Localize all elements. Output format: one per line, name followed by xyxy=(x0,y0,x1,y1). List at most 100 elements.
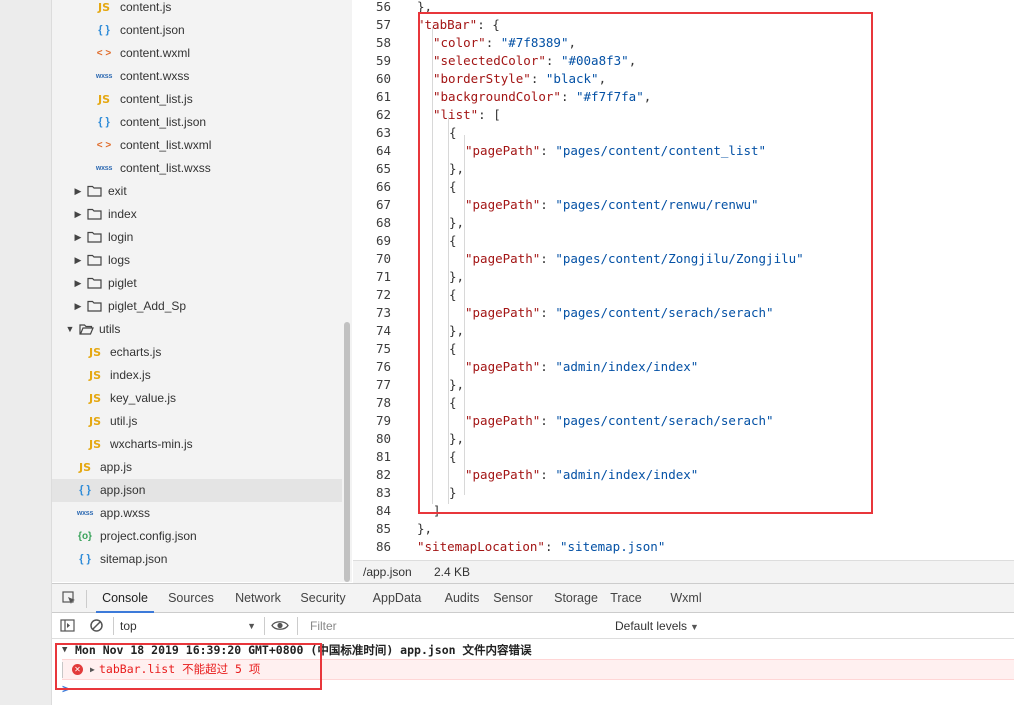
json-string: "sitemap.json" xyxy=(560,539,666,554)
json-key: "pagePath" xyxy=(465,359,541,374)
console-error-message[interactable]: ✕ ▶ tabBar.list 不能超过 5 项 xyxy=(62,659,1014,680)
chevron-right-icon[interactable]: ▶ xyxy=(73,295,83,318)
tree-item-label: content.json xyxy=(120,23,185,37)
tab-security[interactable]: Security xyxy=(297,584,349,613)
chevron-right-icon[interactable]: ▶ xyxy=(73,180,83,203)
tree-file[interactable]: wxss content_list.wxss xyxy=(52,157,351,180)
eye-icon[interactable] xyxy=(271,619,289,632)
code-line: 62 "list": [ xyxy=(353,106,1014,124)
json-punctuation: : { xyxy=(477,17,500,32)
js-file-icon: JS xyxy=(88,415,101,428)
line-number: 85 xyxy=(375,521,391,536)
file-tree: JS content.js { } content.json < > content.wx… xyxy=(52,0,352,582)
code-editor[interactable]: 56}, 57 "tabBar": {58 "color": "#7f8389", 59… xyxy=(353,0,1014,560)
log-levels-dropdown[interactable]: Default levels ▼ xyxy=(615,617,699,636)
tree-folder-logs[interactable]: ▶ logs xyxy=(52,249,351,272)
chevron-right-icon[interactable]: ▶ xyxy=(73,203,83,226)
tree-file[interactable]: JS key_value.js xyxy=(52,387,351,410)
tree-file[interactable]: { } content.json xyxy=(52,19,351,42)
context-select[interactable]: top ▼ xyxy=(120,617,256,635)
tree-item-label: exit xyxy=(108,184,127,198)
console-toolbar: top ▼ Default levels▼ xyxy=(52,613,1014,639)
code-text: { xyxy=(449,286,457,304)
tab-storage[interactable]: Storage xyxy=(548,584,604,613)
code-text: }, xyxy=(449,376,464,394)
editor-status-bar: /app.json 2.4 KB xyxy=(353,560,1014,583)
code-line: 77}, xyxy=(353,376,1014,394)
chevron-down-icon[interactable]: ▼ xyxy=(65,318,75,341)
tree-folder-piglet_Add_Sp[interactable]: ▶ piglet_Add_Sp xyxy=(52,295,351,318)
js-file-icon: JS xyxy=(88,392,101,405)
line-number: 77 xyxy=(375,377,391,392)
tree-item-label: key_value.js xyxy=(110,391,177,405)
json-punctuation: , xyxy=(643,89,652,104)
json-punctuation: }, xyxy=(449,161,465,176)
wxml-file-icon: < > xyxy=(96,48,112,59)
console-prompt[interactable]: > xyxy=(62,682,69,696)
tree-file[interactable]: JS index.js xyxy=(52,364,351,387)
tab-sources[interactable]: Sources xyxy=(163,584,219,613)
wxss-file-icon: wxss xyxy=(76,510,94,517)
tree-folder-exit[interactable]: ▶ exit xyxy=(52,180,351,203)
console-group-header[interactable]: ▼ Mon Nov 18 2019 16:39:20 GMT+0800 (中国标… xyxy=(52,641,1014,659)
json-punctuation: { xyxy=(449,449,457,464)
tab-network[interactable]: Network xyxy=(230,584,286,613)
tree-item-label: sitemap.json xyxy=(100,552,168,566)
line-number: 65 xyxy=(375,161,391,176)
tree-file[interactable]: JS app.js xyxy=(52,456,351,479)
json-punctuation: : xyxy=(545,53,561,68)
line-number: 80 xyxy=(375,431,391,446)
tree-item-label: login xyxy=(108,230,134,244)
inspect-element-icon[interactable] xyxy=(62,591,76,605)
expand-triangle-icon[interactable]: ▶ xyxy=(90,660,95,679)
code-line: 60 "borderStyle": "black", xyxy=(353,70,1014,88)
tree-file[interactable]: JS util.js xyxy=(52,410,351,433)
code-line: 80}, xyxy=(353,430,1014,448)
tab-appdata[interactable]: AppData xyxy=(369,584,425,613)
code-line: 61 "backgroundColor": "#f7f7fa", xyxy=(353,88,1014,106)
code-line: 59 "selectedColor": "#00a8f3", xyxy=(353,52,1014,70)
tree-folder-utils[interactable]: ▼ utils xyxy=(52,318,351,341)
tree-item-label: project.config.json xyxy=(100,529,197,543)
chevron-right-icon[interactable]: ▶ xyxy=(73,226,83,249)
tree-file[interactable]: < > content_list.wxml xyxy=(52,134,351,157)
chevron-right-icon[interactable]: ▶ xyxy=(73,249,83,272)
tree-file[interactable]: JS content_list.js xyxy=(52,88,351,111)
json-string: "pages/content/Zongjilu/Zongjilu" xyxy=(555,251,804,266)
tree-item-label: content_list.wxml xyxy=(120,138,212,152)
tree-file[interactable]: < > content.wxml xyxy=(52,42,351,65)
tree-file[interactable]: { } app.json xyxy=(52,479,351,502)
tree-folder-login[interactable]: ▶ login xyxy=(52,226,351,249)
json-string: "#7f8389" xyxy=(500,35,569,50)
clear-console-icon[interactable] xyxy=(89,618,104,633)
tree-file[interactable]: wxss app.wxss xyxy=(52,502,351,525)
code-line: 76 "pagePath": "admin/index/index" xyxy=(353,358,1014,376)
code-line: 73 "pagePath": "pages/content/serach/sera… xyxy=(353,304,1014,322)
line-number: 83 xyxy=(375,485,391,500)
tab-trace[interactable]: Trace xyxy=(605,584,647,613)
tree-item-label: app.js xyxy=(100,460,133,474)
tab-sensor[interactable]: Sensor xyxy=(489,584,537,613)
code-line: 83} xyxy=(353,484,1014,502)
expand-triangle-icon[interactable]: ▼ xyxy=(62,641,67,659)
chevron-right-icon[interactable]: ▶ xyxy=(73,272,83,295)
line-number: 58 xyxy=(375,35,391,50)
file-tree-scrollbar-thumb[interactable] xyxy=(344,322,350,582)
tree-file[interactable]: { } sitemap.json xyxy=(52,548,351,571)
tree-file[interactable]: wxss content.wxss xyxy=(52,65,351,88)
tree-file[interactable]: { } content_list.json xyxy=(52,111,351,134)
toolbar-divider xyxy=(297,617,298,635)
tree-file[interactable]: {o} project.config.json xyxy=(52,525,351,548)
sidebar-toggle-icon[interactable] xyxy=(60,618,75,633)
tree-file[interactable]: JS echarts.js xyxy=(52,341,351,364)
tree-file[interactable]: JS wxcharts-min.js xyxy=(52,433,351,456)
tree-folder-piglet[interactable]: ▶ piglet xyxy=(52,272,351,295)
tab-wxml[interactable]: Wxml xyxy=(661,584,711,613)
tab-console[interactable]: Console xyxy=(96,584,154,613)
tree-folder-index[interactable]: ▶ index xyxy=(52,203,351,226)
json-punctuation: { xyxy=(449,179,457,194)
console-filter-input[interactable] xyxy=(304,616,606,636)
tab-audits[interactable]: Audits xyxy=(441,584,483,613)
tree-file[interactable]: JS content.js xyxy=(52,0,351,19)
json-punctuation: } xyxy=(449,485,457,500)
